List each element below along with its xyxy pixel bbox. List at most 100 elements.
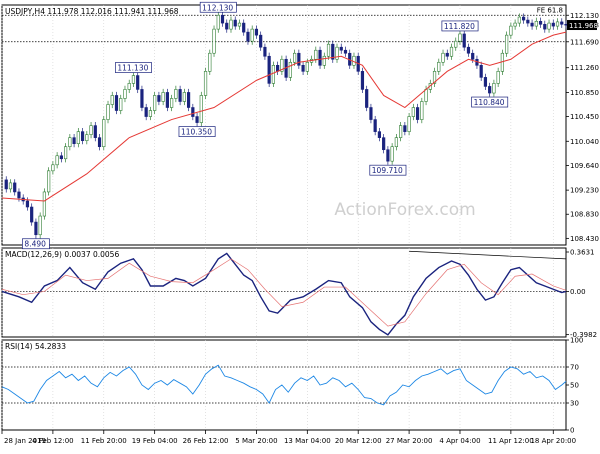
candle-body	[17, 191, 21, 199]
candle-body	[4, 179, 8, 190]
y-tick-label: 100	[570, 337, 583, 345]
candle-body	[369, 107, 373, 120]
annotation-label: 109.710	[372, 166, 403, 175]
candle-body	[407, 116, 411, 132]
candle-body	[492, 83, 496, 94]
candle-body	[59, 155, 63, 160]
x-tick-label: 11 Feb 20:00	[81, 437, 127, 445]
candle-body	[220, 14, 225, 24]
y-tick-label: 110.450	[570, 113, 599, 121]
candle-body	[415, 107, 420, 120]
candle-body	[263, 46, 267, 57]
candle-body	[513, 22, 517, 27]
candle-body	[131, 75, 136, 84]
current-price-label: 111.968	[569, 22, 598, 30]
x-tick-label: 4 Apr 04:00	[439, 437, 480, 445]
candle-body	[382, 137, 386, 151]
candle-body	[365, 89, 369, 108]
candle-body	[208, 52, 212, 72]
candle-body	[144, 107, 148, 117]
candle-body	[136, 75, 140, 90]
candle-body	[157, 95, 161, 102]
watermark: ActionForex.com	[334, 200, 475, 220]
annotation-label: 111.130	[117, 64, 148, 73]
candle-body	[68, 137, 72, 148]
y-tick-label: 109.640	[570, 162, 599, 170]
candle-body	[543, 23, 547, 30]
y-tick-label: 108.430	[570, 235, 599, 243]
candle-body	[530, 22, 534, 27]
candle-body	[424, 89, 428, 102]
candle-body	[8, 182, 13, 190]
panel-frame-price	[1, 4, 567, 246]
y-tick-label: 110.040	[570, 138, 599, 146]
candle-body	[390, 146, 394, 162]
candle-body	[551, 22, 555, 27]
candle-body	[271, 65, 275, 84]
annotation-label: 110.840	[474, 98, 505, 107]
y-tick-label: 108.830	[570, 211, 599, 219]
x-tick-label: 26 Feb 12:00	[183, 437, 229, 445]
candle-body	[399, 125, 403, 138]
candle-body	[462, 33, 466, 48]
candle-body	[386, 149, 390, 162]
candle-body	[97, 137, 102, 148]
candle-body	[110, 95, 114, 105]
chart-svg: 28 Jan 20194 Feb 12:00 11 Feb 20:00 19 Feb…	[1, 1, 599, 445]
y-tick-label: 70	[570, 364, 579, 372]
x-tick-label: 19 Feb 04:00	[132, 437, 178, 445]
candle-body	[288, 61, 292, 78]
candle-body	[55, 155, 59, 166]
moving-average-line	[1, 31, 567, 202]
candle-body	[538, 20, 543, 25]
candle-body	[42, 191, 47, 217]
candle-body	[437, 61, 441, 72]
annotation-label: 8.490	[24, 240, 46, 249]
macd-trendline	[409, 250, 567, 260]
candle-body	[72, 137, 76, 144]
x-tick-label: 5 Mar 20:00	[235, 437, 277, 445]
x-tick-label: 11 Apr 12:00	[488, 437, 534, 445]
candle-body	[89, 125, 93, 135]
panel-frame-macd	[1, 247, 567, 338]
x-tick-label: 13 Mar 04:00	[284, 437, 331, 445]
candle-body	[318, 49, 322, 66]
candle-body	[178, 89, 182, 102]
candle-body	[106, 104, 110, 120]
candle-body	[326, 43, 331, 57]
candle-body	[182, 92, 186, 102]
candle-body	[93, 125, 97, 138]
candle-body	[534, 20, 538, 27]
candle-body	[479, 65, 483, 78]
candle-body	[119, 98, 123, 111]
candle-body	[373, 119, 377, 132]
candle-body	[170, 98, 174, 108]
candle-body	[449, 46, 454, 57]
candle-body	[339, 46, 343, 51]
candle-body	[165, 92, 169, 108]
candle-body	[237, 22, 242, 27]
candle-body	[203, 71, 208, 96]
candle-body	[301, 65, 305, 72]
candle-body	[441, 52, 445, 63]
candle-body	[360, 71, 365, 90]
candle-body	[140, 89, 144, 108]
candle-body	[102, 119, 106, 148]
candle-body	[25, 200, 30, 208]
x-tick-label: 27 Mar 20:00	[386, 437, 433, 445]
candle-body	[246, 31, 250, 42]
fib-label: FE 61.8	[537, 6, 563, 14]
candle-body	[216, 14, 220, 30]
candle-body	[547, 22, 551, 30]
candle-body	[526, 19, 530, 24]
candle-body	[259, 34, 263, 48]
candle-body	[517, 16, 521, 24]
candle-body	[114, 95, 119, 111]
y-tick-label: 109.230	[570, 187, 599, 195]
candle-body	[509, 25, 513, 36]
annotation-label: 112.130	[202, 3, 233, 12]
candle-body	[403, 125, 407, 132]
candle-body	[305, 61, 309, 72]
panel-title: RSI(14) 54.2833	[5, 342, 66, 351]
candle-body	[250, 28, 254, 42]
